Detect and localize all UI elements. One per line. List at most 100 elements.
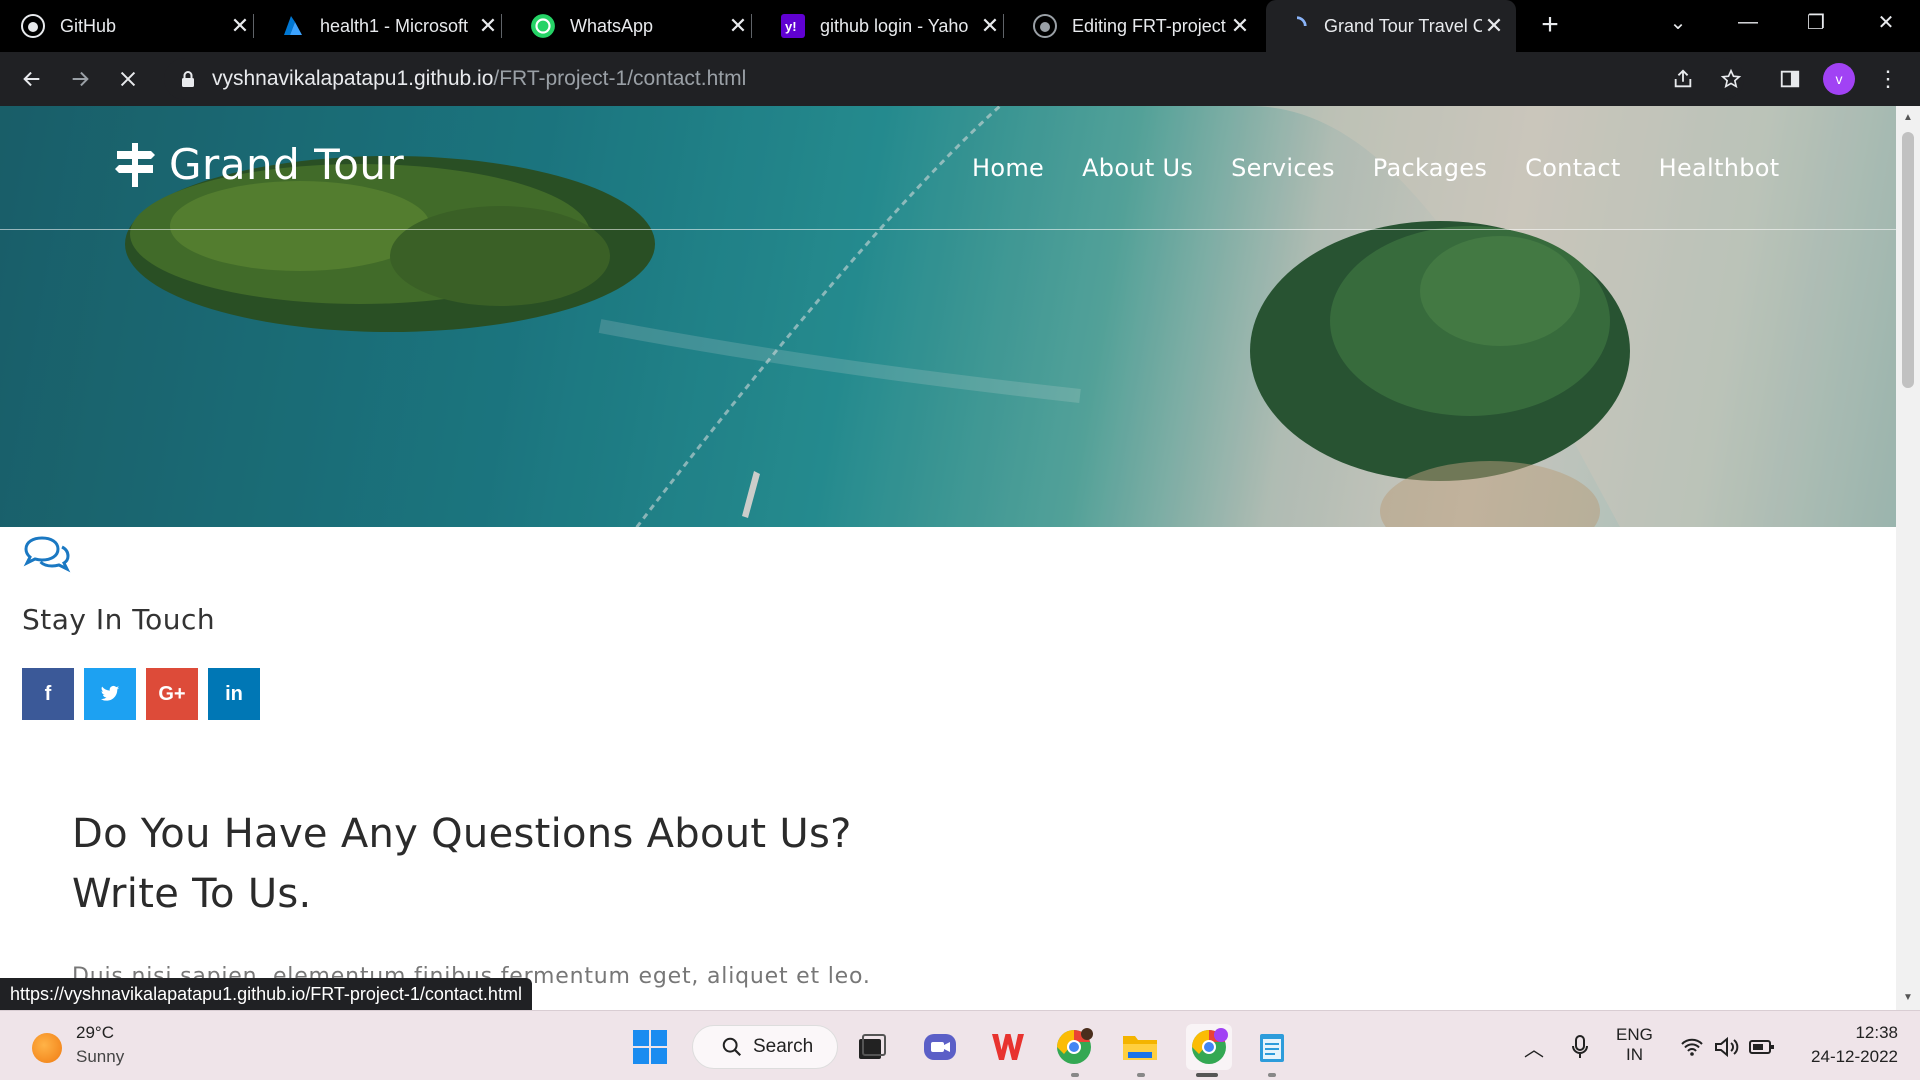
nav-home[interactable]: Home <box>972 154 1044 182</box>
facebook-button[interactable]: f <box>22 668 74 720</box>
windows-start-icon[interactable] <box>630 1027 670 1067</box>
nav-healthbot[interactable]: Healthbot <box>1659 154 1780 182</box>
volume-icon[interactable] <box>1706 1027 1746 1067</box>
wps-office-icon[interactable] <box>988 1027 1028 1067</box>
chat-bubbles-icon <box>23 536 71 573</box>
chrome-active-icon[interactable] <box>1186 1024 1232 1070</box>
linkedin-icon: in <box>225 682 243 705</box>
tab-title: Editing FRT-project <box>1072 15 1226 36</box>
clock-date: 24-12-2022 <box>1811 1047 1898 1066</box>
tab-grand-tour[interactable]: Grand Tour Travel C ✕ <box>1266 0 1516 52</box>
close-tab-icon[interactable]: ✕ <box>1482 13 1506 39</box>
tab-whatsapp[interactable]: WhatsApp ✕ <box>530 0 752 52</box>
scroll-down-arrow[interactable]: ▼ <box>1896 988 1920 1008</box>
scroll-up-arrow[interactable]: ▲ <box>1896 108 1920 128</box>
tab-title: github login - Yaho <box>820 15 969 36</box>
url-domain: vyshnavikalapatapu1.github.io <box>212 67 494 90</box>
weather-temperature[interactable]: 29°C <box>76 1023 114 1043</box>
site-logo[interactable]: Grand Tour <box>115 140 404 189</box>
github-icon <box>1032 13 1058 39</box>
facebook-icon: f <box>44 682 52 705</box>
tab-title: GitHub <box>60 15 117 36</box>
twitter-button[interactable] <box>84 668 136 720</box>
menu-button[interactable]: ⋮ <box>1870 61 1906 97</box>
new-tab-button[interactable]: + <box>1532 8 1568 44</box>
chat-app-icon[interactable] <box>920 1027 960 1067</box>
back-button[interactable] <box>14 61 50 97</box>
minimize-button[interactable]: — <box>1718 0 1778 44</box>
contact-headline: Do You Have Any Questions About Us? Writ… <box>72 804 852 924</box>
close-window-button[interactable]: ✕ <box>1856 0 1916 44</box>
stop-loading-button[interactable] <box>110 61 146 97</box>
tab-yahoo[interactable]: y! github login - Yaho ✕ <box>780 0 1004 52</box>
arrow-left-icon <box>23 71 40 87</box>
profile-avatar[interactable]: v <box>1823 63 1855 95</box>
close-tab-icon[interactable]: ✕ <box>726 13 750 39</box>
yahoo-icon: y! <box>780 13 806 39</box>
nav-services[interactable]: Services <box>1231 154 1335 182</box>
web-page: Grand Tour Home About Us Services Packag… <box>0 106 1896 1010</box>
signpost-icon <box>115 142 155 187</box>
hero-banner: Grand Tour Home About Us Services Packag… <box>0 106 1896 527</box>
google-plus-button[interactable]: G+ <box>146 668 198 720</box>
tab-title: Grand Tour Travel C <box>1324 15 1482 36</box>
twitter-icon <box>100 685 120 701</box>
page-scrollbar[interactable]: ▲ ▼ <box>1896 106 1920 1010</box>
search-icon <box>722 1037 742 1057</box>
close-tab-icon[interactable]: ✕ <box>978 13 1002 39</box>
nav-divider <box>0 229 1896 230</box>
scrollbar-thumb[interactable] <box>1902 132 1914 388</box>
url-text: vyshnavikalapatapu1.github.io/FRT-projec… <box>212 58 746 100</box>
clock-time: 12:38 <box>1855 1023 1898 1042</box>
language-code: ENG <box>1616 1025 1653 1044</box>
brand-name: Grand Tour <box>169 140 405 189</box>
star-icon[interactable] <box>1720 68 1742 90</box>
linkedin-button[interactable]: in <box>208 668 260 720</box>
headline-line-2: Write To Us. <box>72 871 312 917</box>
sun-icon[interactable] <box>32 1033 62 1063</box>
headline-line-1: Do You Have Any Questions About Us? <box>72 811 852 857</box>
chrome-profile-icon[interactable] <box>1054 1027 1094 1067</box>
microphone-icon[interactable] <box>1560 1027 1600 1067</box>
url-path: /FRT-project-1/contact.html <box>493 67 747 90</box>
search-label: Search <box>753 1036 814 1057</box>
clock[interactable]: 12:38 24-12-2022 <box>1798 1023 1898 1067</box>
nav-about-us[interactable]: About Us <box>1082 154 1193 182</box>
tab-editing-frt-project[interactable]: Editing FRT-project ✕ <box>1032 0 1252 52</box>
taskbar-search[interactable]: Search <box>692 1025 838 1069</box>
tab-title: WhatsApp <box>570 15 654 36</box>
nav-contact[interactable]: Contact <box>1525 154 1620 182</box>
weather-condition[interactable]: Sunny <box>76 1047 124 1067</box>
arrow-right-icon <box>72 71 89 87</box>
svg-text:y!: y! <box>785 19 797 34</box>
loading-icon <box>1284 13 1310 39</box>
close-tab-icon[interactable]: ✕ <box>1228 13 1252 39</box>
file-explorer-icon[interactable] <box>1120 1027 1160 1067</box>
notepad-icon[interactable] <box>1252 1027 1292 1067</box>
restore-button[interactable]: ❐ <box>1786 0 1846 44</box>
tab-search-button[interactable]: ⌄ <box>1648 0 1708 44</box>
tab-github[interactable]: GitHub ✕ <box>20 0 254 52</box>
google-plus-icon: G+ <box>158 682 186 705</box>
share-icon[interactable] <box>1672 68 1694 90</box>
language-indicator[interactable]: ENG IN <box>1616 1025 1653 1065</box>
link-status-bubble: https://vyshnavikalapatapu1.github.io/FR… <box>0 978 532 1010</box>
chevron-up-icon[interactable]: ︿ <box>1524 1033 1544 1062</box>
browser-tab-strip: GitHub ✕ health1 - Microsoft ✕ WhatsApp … <box>0 0 1920 52</box>
side-panel-icon <box>1780 70 1800 88</box>
address-bar[interactable]: vyshnavikalapatapu1.github.io/FRT-projec… <box>164 58 1744 100</box>
github-icon <box>20 13 46 39</box>
close-tab-icon[interactable]: ✕ <box>476 13 500 39</box>
nav-packages[interactable]: Packages <box>1373 154 1487 182</box>
side-panel-button[interactable] <box>1772 61 1808 97</box>
forward-button[interactable] <box>62 61 98 97</box>
battery-icon[interactable] <box>1742 1027 1782 1067</box>
close-tab-icon[interactable]: ✕ <box>228 13 252 39</box>
tab-health1[interactable]: health1 - Microsoft ✕ <box>280 0 502 52</box>
browser-toolbar: vyshnavikalapatapu1.github.io/FRT-projec… <box>0 52 1920 106</box>
azure-icon <box>280 13 306 39</box>
stay-in-touch-title: Stay In Touch <box>22 603 216 636</box>
tab-title: health1 - Microsoft <box>320 15 469 36</box>
task-view-icon[interactable] <box>852 1027 892 1067</box>
whatsapp-icon <box>530 13 556 39</box>
